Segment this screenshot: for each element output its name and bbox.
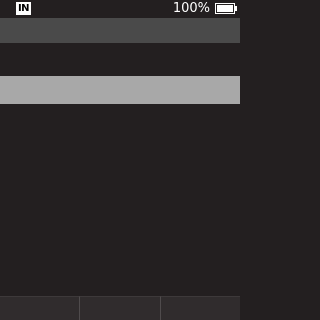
battery-percentage: 100% xyxy=(172,1,210,16)
softkey-bar xyxy=(0,296,240,320)
softkey-left[interactable] xyxy=(0,296,80,320)
phone-screen: IN 100% xyxy=(0,0,240,320)
status-bar: IN 100% xyxy=(0,0,240,18)
battery-full-icon xyxy=(215,3,237,14)
softkey-right[interactable] xyxy=(159,296,240,320)
title-bar xyxy=(0,18,240,43)
softkey-center[interactable] xyxy=(79,296,160,320)
selected-list-item[interactable] xyxy=(0,76,240,104)
input-mode-indicator: IN xyxy=(16,2,31,15)
